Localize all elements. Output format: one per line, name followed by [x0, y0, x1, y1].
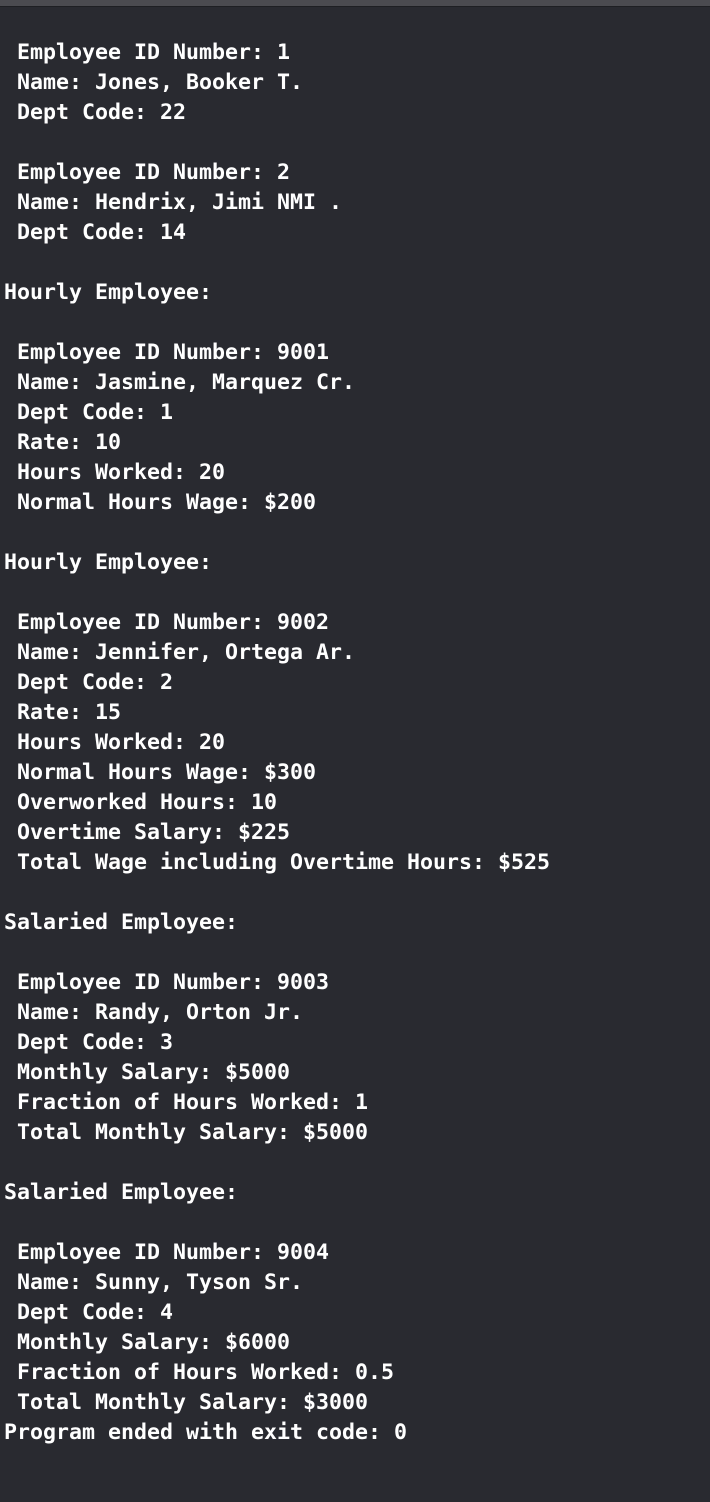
console-line: Monthly Salary: $5000 [4, 1060, 291, 1085]
console-line: Name: Randy, Orton Jr. [4, 1000, 304, 1025]
console-line: Salaried Employee: [4, 1180, 239, 1205]
console-line: Name: Hendrix, Jimi NMI . [4, 190, 343, 215]
console-line: Employee ID Number: 2 [4, 160, 291, 185]
console-line: Fraction of Hours Worked: 1 [4, 1090, 369, 1115]
console-line: Hours Worked: 20 [4, 460, 226, 485]
console-line: Overworked Hours: 10 [4, 790, 278, 815]
console-line: Employee ID Number: 9003 [4, 970, 330, 995]
console-line: Hours Worked: 20 [4, 730, 226, 755]
console-line: Rate: 10 [4, 430, 122, 455]
console-line: Dept Code: 22 [4, 100, 187, 125]
console-line: Employee ID Number: 1 [4, 40, 291, 65]
console-line: Fraction of Hours Worked: 0.5 [4, 1360, 395, 1385]
console-output: Employee ID Number: 1 Name: Jones, Booke… [4, 38, 704, 1448]
console-line: Dept Code: 2 [4, 670, 174, 695]
console-line: Dept Code: 1 [4, 400, 174, 425]
console-line: Overtime Salary: $225 [4, 820, 291, 845]
console-line: Employee ID Number: 9001 [4, 340, 330, 365]
console-line: Rate: 15 [4, 700, 122, 725]
console-line: Employee ID Number: 9002 [4, 610, 330, 635]
console-line: Name: Sunny, Tyson Sr. [4, 1270, 304, 1295]
console-line: Dept Code: 3 [4, 1030, 174, 1055]
console-line: Total Wage including Overtime Hours: $52… [4, 850, 551, 875]
console-line: Total Monthly Salary: $3000 [4, 1390, 369, 1415]
console-line: Normal Hours Wage: $300 [4, 760, 317, 785]
console-line: Hourly Employee: [4, 550, 213, 575]
console-line: Name: Jasmine, Marquez Cr. [4, 370, 356, 395]
console-line: Name: Jones, Booker T. [4, 70, 304, 95]
console-line: Monthly Salary: $6000 [4, 1330, 291, 1355]
console-line: Employee ID Number: 9004 [4, 1240, 330, 1265]
console-line: Hourly Employee: [4, 280, 213, 305]
console-line: Dept Code: 14 [4, 220, 187, 245]
console-line: Normal Hours Wage: $200 [4, 490, 317, 515]
console-line: Name: Jennifer, Ortega Ar. [4, 640, 356, 665]
window-top-border [0, 0, 710, 7]
console-line: Dept Code: 4 [4, 1300, 174, 1325]
console-line: Program ended with exit code: 0 [4, 1420, 408, 1445]
console-line: Total Monthly Salary: $5000 [4, 1120, 369, 1145]
console-line: Salaried Employee: [4, 910, 239, 935]
